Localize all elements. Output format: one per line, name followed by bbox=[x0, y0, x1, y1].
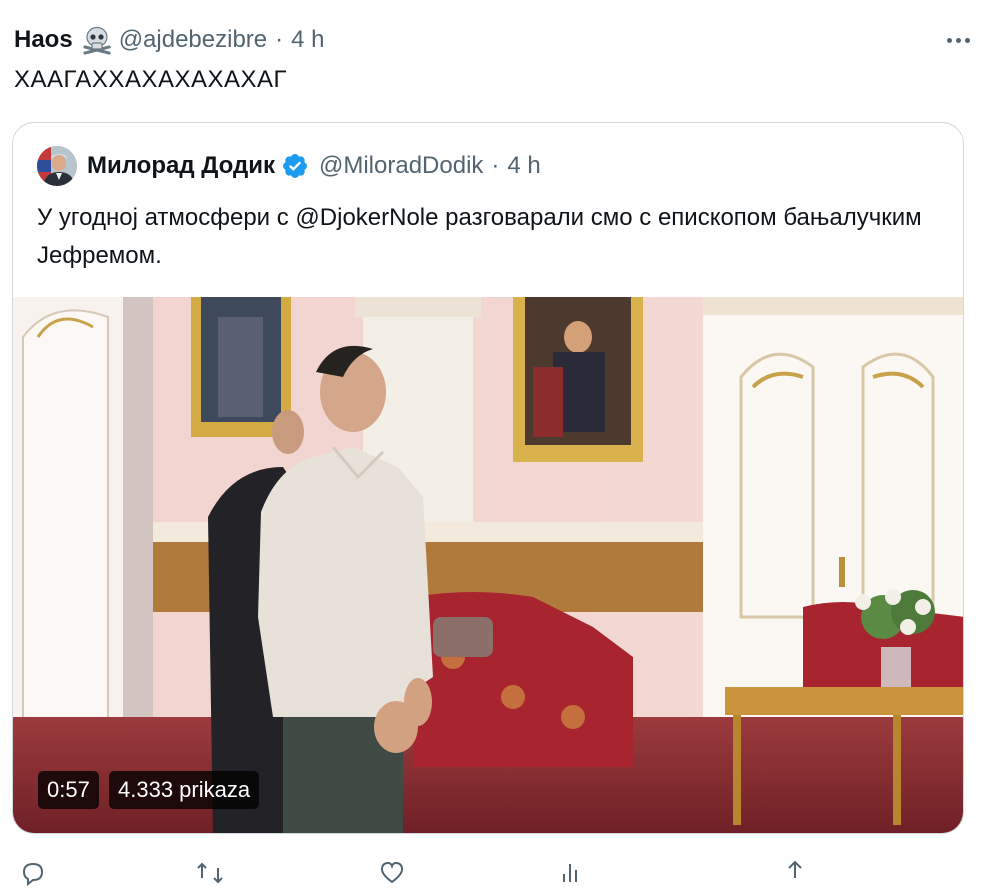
skull-crossbones-icon bbox=[83, 26, 111, 55]
author-name[interactable]: Haos bbox=[14, 26, 73, 54]
video-duration-badge: 0:57 bbox=[38, 771, 99, 809]
avatar-image bbox=[37, 146, 77, 186]
video-thumbnail bbox=[13, 297, 963, 833]
share-icon[interactable] bbox=[780, 858, 810, 888]
like-icon[interactable] bbox=[377, 858, 407, 888]
tweet: Haos @ajdebezibre · 4 h ХААГАХХАХАХАХАХА… bbox=[0, 0, 1000, 887]
more-dot-icon bbox=[946, 37, 952, 43]
tweet-actions bbox=[0, 850, 1000, 887]
tweet-header: Haos @ajdebezibre · 4 h bbox=[14, 22, 980, 58]
quoted-tweet[interactable]: Милорад Додик @MiloradDodik · 4 h У угод… bbox=[12, 122, 964, 834]
tweet-time[interactable]: 4 h bbox=[291, 26, 324, 54]
separator-dot: · bbox=[491, 152, 500, 179]
quoted-tweet-header: Милорад Додик @MiloradDodik · 4 h bbox=[37, 145, 541, 187]
quoted-author-name[interactable]: Милорад Додик bbox=[87, 152, 275, 180]
video-views-badge: 4.333 prikaza bbox=[109, 771, 260, 809]
tweet-text: ХААГАХХАХАХАХАХАГ bbox=[14, 66, 288, 93]
separator-dot: · bbox=[275, 26, 284, 53]
quoted-author-handle[interactable]: @MiloradDodik bbox=[319, 152, 483, 180]
quoted-tweet-text: У угодној атмосфери с @DjokerNole разгов… bbox=[37, 204, 922, 269]
more-options-button[interactable] bbox=[938, 22, 978, 58]
more-dot-icon bbox=[964, 37, 970, 43]
video-player[interactable]: 0:57 4.333 prikaza bbox=[13, 297, 963, 833]
reply-icon[interactable] bbox=[18, 858, 48, 888]
retweet-icon[interactable] bbox=[195, 858, 225, 888]
avatar[interactable] bbox=[37, 146, 77, 186]
views-icon[interactable] bbox=[556, 858, 586, 888]
more-dot-icon bbox=[955, 37, 961, 43]
author-handle[interactable]: @ajdebezibre bbox=[119, 26, 267, 54]
quoted-tweet-time[interactable]: 4 h bbox=[507, 152, 540, 180]
verified-badge-icon bbox=[283, 154, 307, 178]
